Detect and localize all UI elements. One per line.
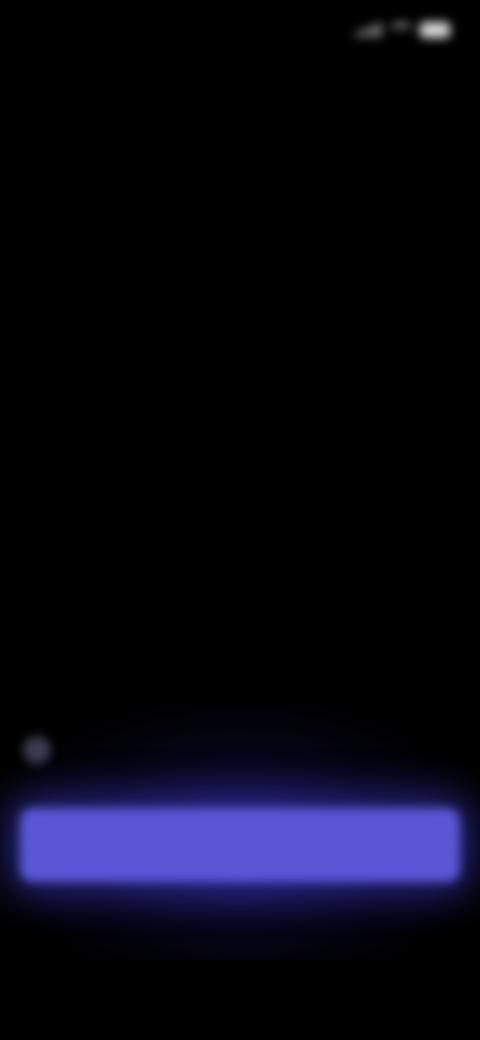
- wifi-icon: [390, 23, 412, 37]
- status-icons: [356, 22, 450, 38]
- signal-icon: [356, 23, 382, 37]
- skip-button[interactable]: [410, 76, 454, 104]
- primary-button[interactable]: [20, 808, 460, 882]
- battery-icon: [420, 22, 450, 38]
- checkbox-icon[interactable]: [24, 737, 50, 763]
- status-bar: [0, 16, 480, 48]
- consent-row[interactable]: [20, 730, 460, 770]
